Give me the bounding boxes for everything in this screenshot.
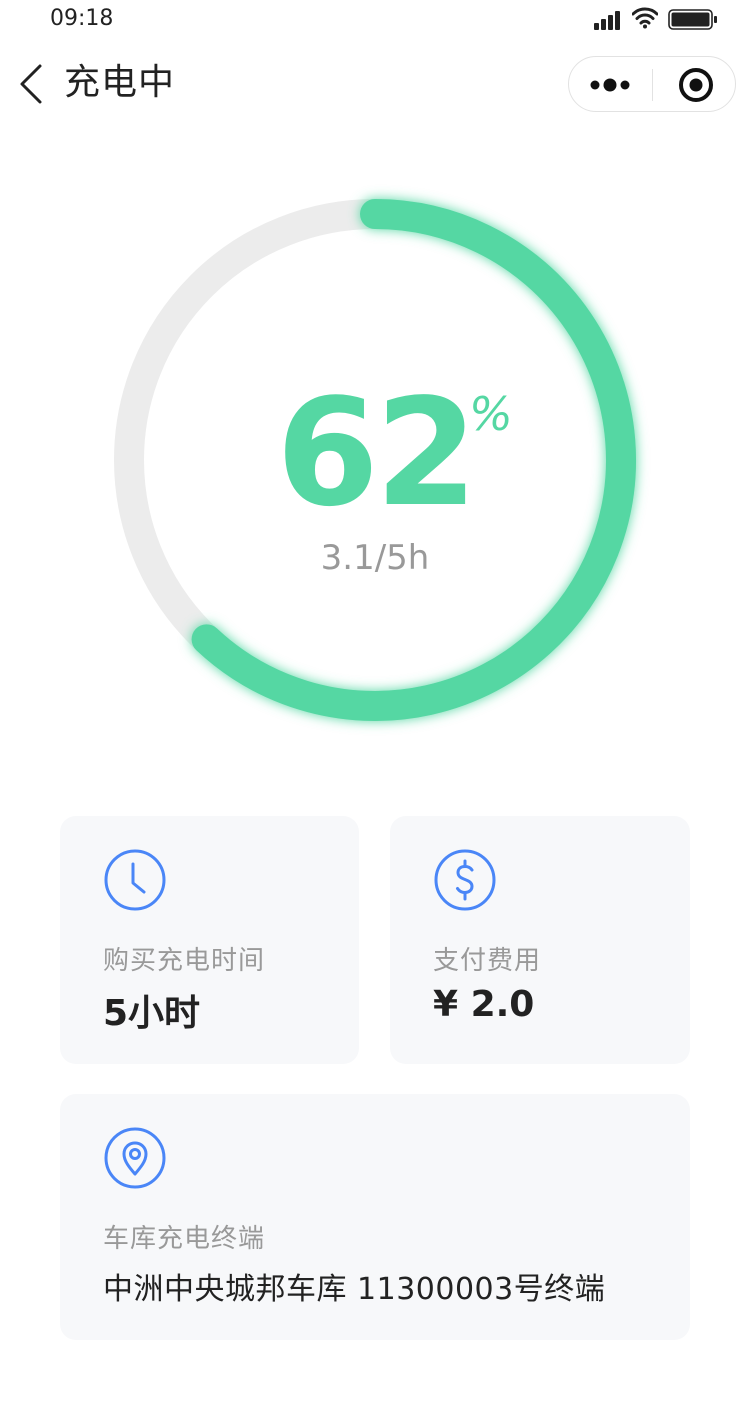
percent-sign: % <box>469 387 513 441</box>
payment-fee-card: 支付费用 ¥ 2.0 <box>390 816 690 1064</box>
clock-icon <box>104 849 166 911</box>
payment-fee-label: 支付费用 <box>433 946 542 976</box>
chevron-left-icon[interactable] <box>12 62 52 106</box>
terminal-label: 车库充电终端 <box>103 1224 266 1254</box>
nav-bar: 充电中 <box>0 52 750 116</box>
charge-time: 3.1/5h <box>320 538 430 578</box>
dollar-icon <box>434 849 496 911</box>
menu-capsule <box>568 56 736 112</box>
status-time: 09:18 <box>50 6 114 31</box>
battery-icon <box>668 9 717 30</box>
more-icon[interactable] <box>569 57 652 113</box>
charging-terminal-card: 车库充电终端 中洲中央城邦车库 11300003号终端 <box>60 1094 690 1340</box>
close-mini-icon[interactable] <box>653 57 737 113</box>
charge-percent: 62 <box>276 367 478 539</box>
payment-fee-value: ¥ 2.0 <box>433 984 535 1025</box>
page-title: 充电中 <box>64 62 176 103</box>
purchase-time-label: 购买充电时间 <box>103 946 266 976</box>
wifi-icon <box>632 7 658 29</box>
purchase-time-card: 购买充电时间 5小时 <box>60 816 359 1064</box>
signal-icon <box>594 10 624 30</box>
location-pin-icon <box>104 1127 166 1189</box>
status-bar: 09:18 <box>0 0 750 40</box>
terminal-value: 中洲中央城邦车库 11300003号终端 <box>103 1272 606 1307</box>
purchase-time-value: 5小时 <box>103 993 201 1034</box>
charge-progress-ring: 62 % 3.1/5h <box>95 180 655 740</box>
